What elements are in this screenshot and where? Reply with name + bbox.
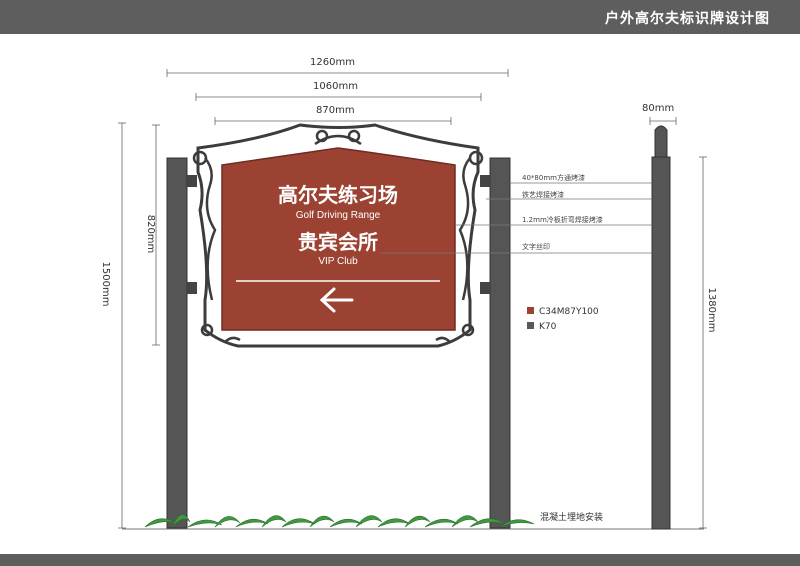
note-square-tube: 40*80mm方通烤漆: [522, 173, 585, 182]
dimension-height-panel: 820mm: [145, 215, 156, 254]
side-view-post: [651, 156, 671, 530]
legend-swatch-post: [527, 322, 534, 329]
left-bracket-bottom: [187, 282, 197, 294]
legend-swatch-panel: [527, 307, 534, 314]
left-bracket-top: [187, 175, 197, 187]
sign-subtitle-cn: 贵宾会所: [298, 230, 378, 254]
sign-title-en: Golf Driving Range: [296, 210, 381, 221]
legend-label-panel: C34M87Y100: [539, 307, 599, 317]
footer-bar: [0, 554, 800, 566]
dimension-width-post: 80mm: [642, 103, 674, 114]
dimension-width-mid: 1060mm: [313, 81, 358, 92]
left-post: [166, 157, 188, 529]
legend-label-post: K70: [539, 322, 557, 332]
sign-drawing: 1260mm 1060mm 870mm 80mm 820mm 1500mm 13…: [100, 57, 717, 530]
note-silkscreen: 文字丝印: [522, 242, 550, 251]
sign-title-cn: 高尔夫练习场: [278, 183, 398, 207]
side-view-post-cap: [654, 125, 668, 158]
note-cold-plate: 1.2mm冷板折弯焊接烤漆: [522, 215, 603, 224]
install-note: 混凝土埋地安装: [540, 511, 603, 523]
horizontal-dimension-lines: [166, 69, 677, 125]
note-wrought-iron: 铁艺焊接烤漆: [522, 190, 564, 199]
right-bracket-top: [480, 175, 490, 187]
ground-plants: [144, 514, 535, 528]
dimension-height-post: 1380mm: [706, 288, 717, 333]
dimension-height-total: 1500mm: [100, 262, 111, 307]
right-bracket-bottom: [480, 282, 490, 294]
dimension-width-total: 1260mm: [310, 57, 355, 68]
dimension-width-panel: 870mm: [316, 105, 355, 116]
right-post: [489, 157, 511, 529]
sign-subtitle-en: VIP Club: [318, 256, 358, 267]
